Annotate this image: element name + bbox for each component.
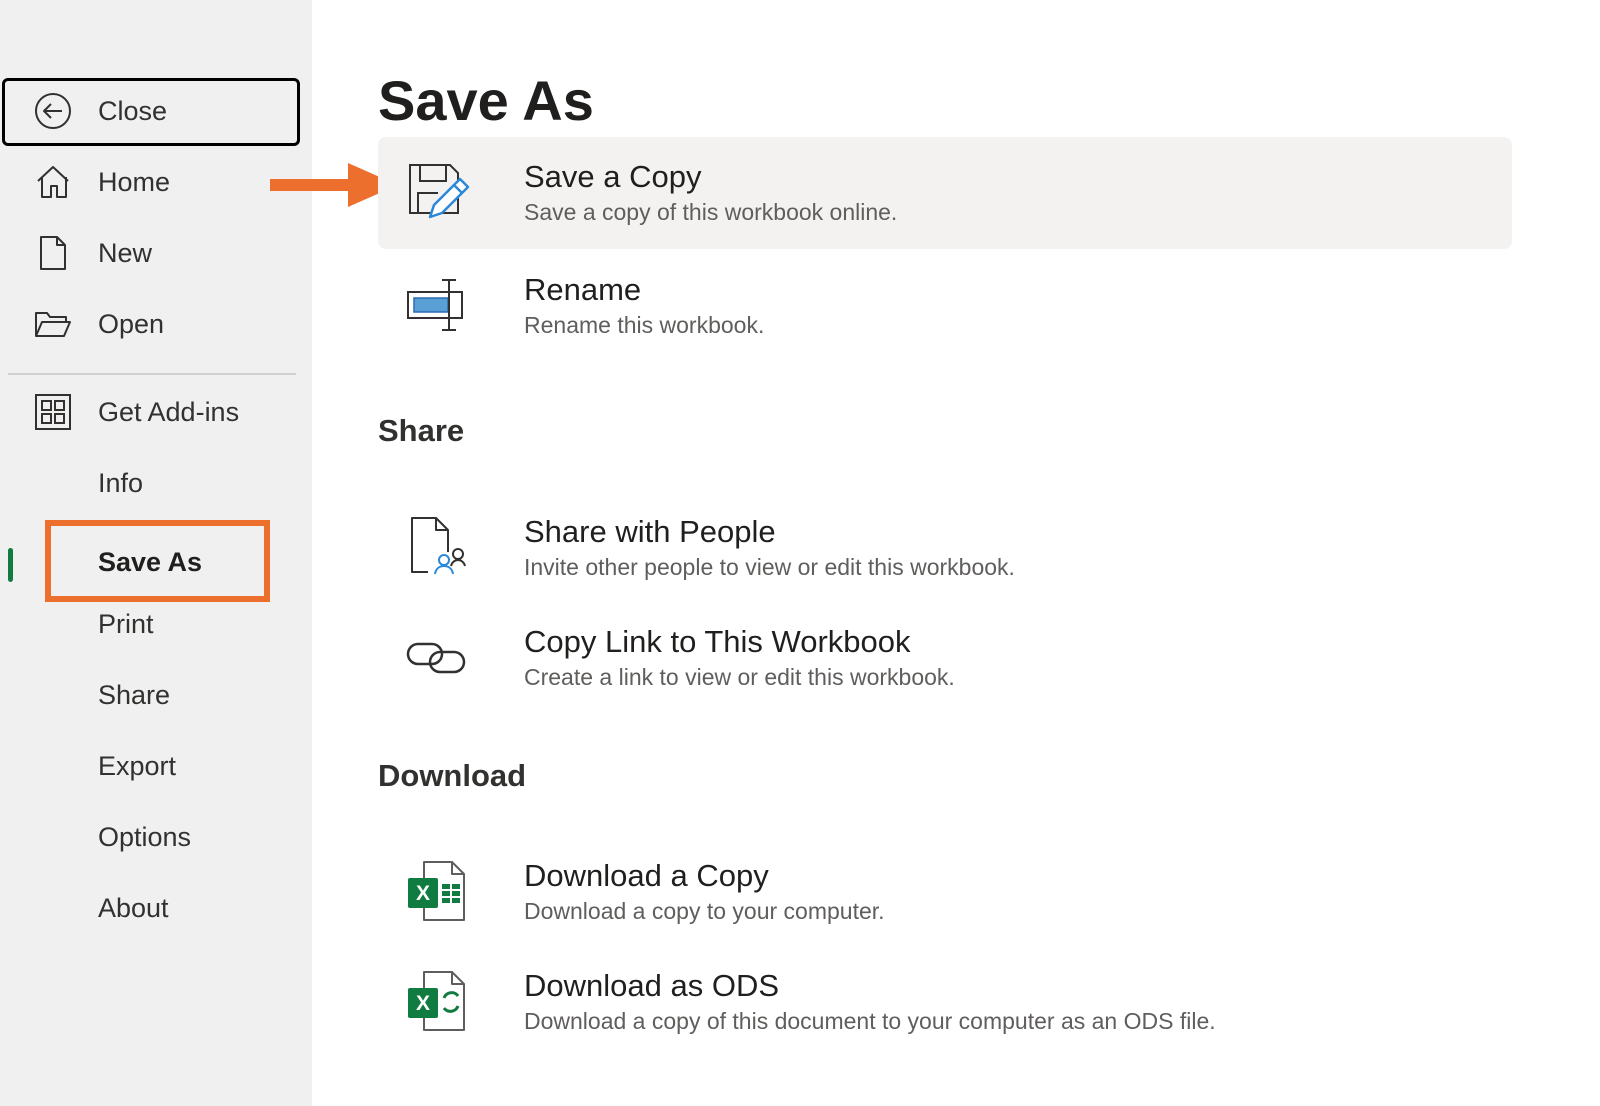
- sidebar-item-open[interactable]: Open: [0, 292, 300, 356]
- option-title: Copy Link to This Workbook: [524, 624, 911, 659]
- option-title: Download a Copy: [524, 858, 769, 893]
- option-description: Invite other people to view or edit this…: [524, 554, 1015, 580]
- link-icon: [404, 624, 470, 690]
- sidebar-item-label: Export: [98, 750, 177, 781]
- share-with-people-option[interactable]: Share with People Invite other people to…: [378, 492, 1512, 604]
- share-section-heading: Share: [378, 413, 465, 448]
- sidebar-item-label: Options: [98, 821, 192, 852]
- svg-text:X: X: [416, 882, 430, 905]
- share-people-icon: [404, 514, 470, 580]
- option-description: Rename this workbook.: [524, 312, 765, 338]
- download-a-copy-option[interactable]: X Download a Copy Download a copy to you…: [378, 836, 1512, 948]
- option-description: Download a copy to your computer.: [524, 898, 885, 924]
- sidebar-item-label: Get Add-ins: [98, 396, 240, 427]
- option-title: Save a Copy: [524, 159, 702, 194]
- sidebar-item-options[interactable]: Options: [0, 805, 300, 869]
- excel-ods-icon: X: [404, 968, 470, 1034]
- sidebar-item-label: New: [98, 237, 153, 268]
- sidebar-item-new[interactable]: New: [0, 221, 300, 285]
- add-ins-grid-icon: [34, 393, 72, 431]
- sidebar-item-label: Open: [98, 308, 165, 339]
- rename-icon: [404, 272, 470, 338]
- option-description: Create a link to view or edit this workb…: [524, 664, 955, 690]
- sidebar-item-label: Home: [98, 166, 171, 197]
- svg-text:X: X: [416, 992, 430, 1015]
- option-title: Share with People: [524, 514, 776, 549]
- sidebar-item-export[interactable]: Export: [0, 734, 300, 798]
- copy-link-option[interactable]: Copy Link to This Workbook Create a link…: [378, 602, 1512, 714]
- save-copy-icon: [404, 159, 470, 225]
- sidebar-item-home[interactable]: Home: [0, 150, 300, 214]
- close-focus-outline: [2, 78, 300, 146]
- backstage-sidebar: Close Home New Open Get Add-ins Info Sav…: [0, 0, 312, 1106]
- page-title: Save As: [378, 69, 594, 132]
- sidebar-item-info[interactable]: Info: [0, 451, 300, 515]
- sidebar-item-label: Print: [98, 608, 154, 639]
- sidebar-item-label: About: [98, 892, 169, 923]
- save-as-panel: Save As Save a Copy Save a copy of this …: [312, 0, 1600, 1106]
- option-title: Rename: [524, 272, 642, 307]
- download-section-heading: Download: [378, 758, 527, 793]
- download-as-ods-option[interactable]: X Download as ODS Download a copy of thi…: [378, 946, 1512, 1058]
- new-document-icon: [34, 234, 72, 272]
- option-description: Save a copy of this workbook online.: [524, 199, 898, 225]
- sidebar-item-print[interactable]: Print: [0, 592, 300, 656]
- sidebar-divider: [8, 373, 296, 375]
- sidebar-item-label: Share: [98, 679, 171, 710]
- option-description: Download a copy of this document to your…: [524, 1008, 1216, 1034]
- sidebar-item-share[interactable]: Share: [0, 663, 300, 727]
- sidebar-item-get-add-ins[interactable]: Get Add-ins: [0, 380, 300, 444]
- sidebar-item-about[interactable]: About: [0, 876, 300, 940]
- open-folder-icon: [34, 305, 72, 343]
- sidebar-item-label: Info: [98, 467, 144, 498]
- excel-file-icon: X: [404, 858, 470, 924]
- save-a-copy-option[interactable]: Save a Copy Save a copy of this workbook…: [378, 137, 1512, 249]
- home-icon: [34, 163, 72, 201]
- option-title: Download as ODS: [524, 968, 780, 1003]
- rename-option[interactable]: Rename Rename this workbook.: [378, 250, 1512, 362]
- annotation-highlight-box: [45, 520, 270, 602]
